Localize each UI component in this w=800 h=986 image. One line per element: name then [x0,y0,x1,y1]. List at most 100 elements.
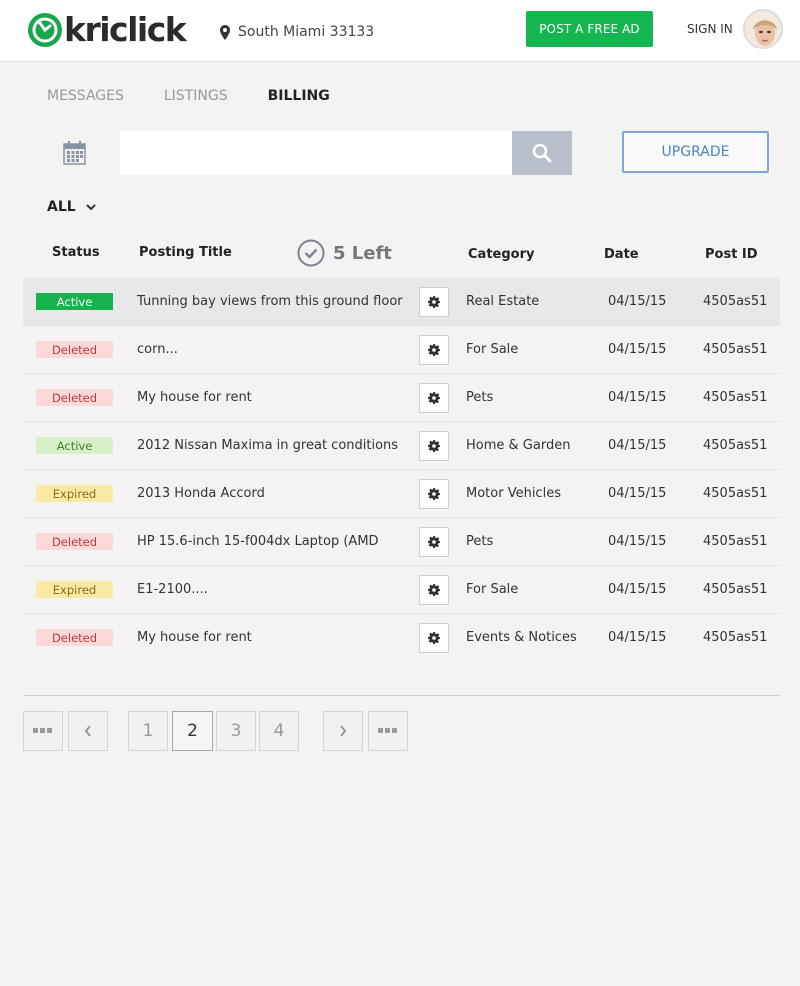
table-divider [23,695,780,696]
date-cell: 04/15/15 [608,534,667,549]
posting-title[interactable]: Tunning bay views from this ground floor [137,294,403,309]
status-filter-dropdown[interactable]: ALL [47,199,96,215]
table-row[interactable]: Active Tunning bay views from this groun… [23,278,780,326]
category-cell: Pets [466,390,494,405]
table-row[interactable]: Deleted HP 15.6-inch 15-f004dx Laptop (A… [23,518,780,566]
row-settings-button[interactable] [419,575,449,605]
calendar-icon[interactable] [63,141,86,169]
gear-icon [428,584,440,596]
sign-in-link[interactable]: SIGN IN [687,22,733,36]
category-cell: Home & Garden [466,438,571,453]
row-settings-button[interactable] [419,623,449,653]
location-selector[interactable]: South Miami 33133 [220,24,374,40]
post-id-cell: 4505as51 [703,390,768,405]
posting-title[interactable]: E1-2100.... [137,582,208,597]
gear-icon [428,344,440,356]
table-row[interactable]: Expired E1-2100.... For Sale 04/15/15 45… [23,566,780,614]
table-row[interactable]: Deleted My house for rent Events & Notic… [23,614,780,662]
search-button[interactable] [512,131,572,175]
date-cell: 04/15/15 [608,390,667,405]
brand-logo[interactable]: kriclick [28,10,187,49]
post-id-cell: 4505as51 [703,534,768,549]
posts-left-text: 5 Left [333,242,392,264]
post-id-cell: 4505as51 [703,630,768,645]
first-page-button[interactable] [23,711,63,751]
post-free-ad-button[interactable]: POST A FREE AD [526,11,653,47]
date-cell: 04/15/15 [608,582,667,597]
status-badge: Deleted [36,629,113,646]
account-tabs: MESSAGES LISTINGS BILLING [47,88,370,104]
table-row[interactable]: Expired 2013 Honda Accord Motor Vehicles… [23,470,780,518]
table-row[interactable]: Deleted My house for rent Pets 04/15/15 … [23,374,780,422]
chevron-left-icon [84,725,91,737]
filter-value: ALL [47,199,76,215]
date-cell: 04/15/15 [608,486,667,501]
table-row[interactable]: Active 2012 Nissan Maxima in great condi… [23,422,780,470]
category-cell: For Sale [466,342,519,357]
page-button-4[interactable]: 4 [259,711,299,751]
gear-icon [428,440,440,452]
tab-listings[interactable]: LISTINGS [164,88,228,104]
brand-name: kriclick [64,10,187,49]
status-badge: Expired [36,485,113,502]
more-dots-icon [33,728,52,733]
location-text: South Miami 33133 [238,24,375,40]
logo-mark-icon [28,13,62,47]
more-dots-icon [378,728,397,733]
posting-title[interactable]: 2012 Nissan Maxima in great conditions [137,438,398,453]
category-cell: Real Estate [466,294,540,309]
row-settings-button[interactable] [419,335,449,365]
status-badge: Deleted [36,389,113,406]
post-id-cell: 4505as51 [703,582,768,597]
posting-title[interactable]: HP 15.6-inch 15-f004dx Laptop (AMD [137,534,379,549]
column-header-post-id: Post ID [705,247,758,262]
listings-table: Active Tunning bay views from this groun… [23,278,780,662]
avatar[interactable] [743,9,783,49]
top-header: kriclick South Miami 33133 POST A FREE A… [0,0,800,62]
post-id-cell: 4505as51 [703,294,768,309]
map-pin-icon [220,24,230,40]
category-cell: Motor Vehicles [466,486,561,501]
page-button-1[interactable]: 1 [128,711,168,751]
previous-page-button[interactable] [68,711,108,751]
chevron-right-icon [340,725,347,737]
column-header-title: Posting Title [139,245,232,260]
table-row[interactable]: Deleted corn... For Sale 04/15/15 4505as… [23,326,780,374]
posting-title[interactable]: corn... [137,342,178,357]
tab-billing[interactable]: BILLING [268,88,330,104]
date-cell: 04/15/15 [608,342,667,357]
row-settings-button[interactable] [419,287,449,317]
status-badge: Active [36,437,113,454]
row-settings-button[interactable] [419,479,449,509]
page-button-3[interactable]: 3 [216,711,256,751]
column-header-category: Category [468,247,535,262]
status-badge: Deleted [36,533,113,550]
page-button-2[interactable]: 2 [172,711,213,751]
posting-title[interactable]: My house for rent [137,390,252,405]
post-id-cell: 4505as51 [703,486,768,501]
row-settings-button[interactable] [419,431,449,461]
post-id-cell: 4505as51 [703,438,768,453]
next-page-button[interactable] [323,711,363,751]
last-page-button[interactable] [368,711,408,751]
date-cell: 04/15/15 [608,438,667,453]
gear-icon [428,488,440,500]
post-id-cell: 4505as51 [703,342,768,357]
status-badge: Deleted [36,341,113,358]
category-cell: Events & Notices [466,630,577,645]
category-cell: For Sale [466,582,519,597]
posts-left-counter: 5 Left [297,239,392,267]
search-input[interactable] [120,131,513,175]
column-header-date: Date [604,247,639,262]
upgrade-button[interactable]: UPGRADE [622,131,769,173]
row-settings-button[interactable] [419,527,449,557]
search-icon [532,143,552,163]
category-cell: Pets [466,534,494,549]
gear-icon [428,392,440,404]
posting-title[interactable]: My house for rent [137,630,252,645]
tab-messages[interactable]: MESSAGES [47,88,124,104]
posting-title[interactable]: 2013 Honda Accord [137,486,265,501]
gear-icon [428,296,440,308]
row-settings-button[interactable] [419,383,449,413]
date-cell: 04/15/15 [608,630,667,645]
